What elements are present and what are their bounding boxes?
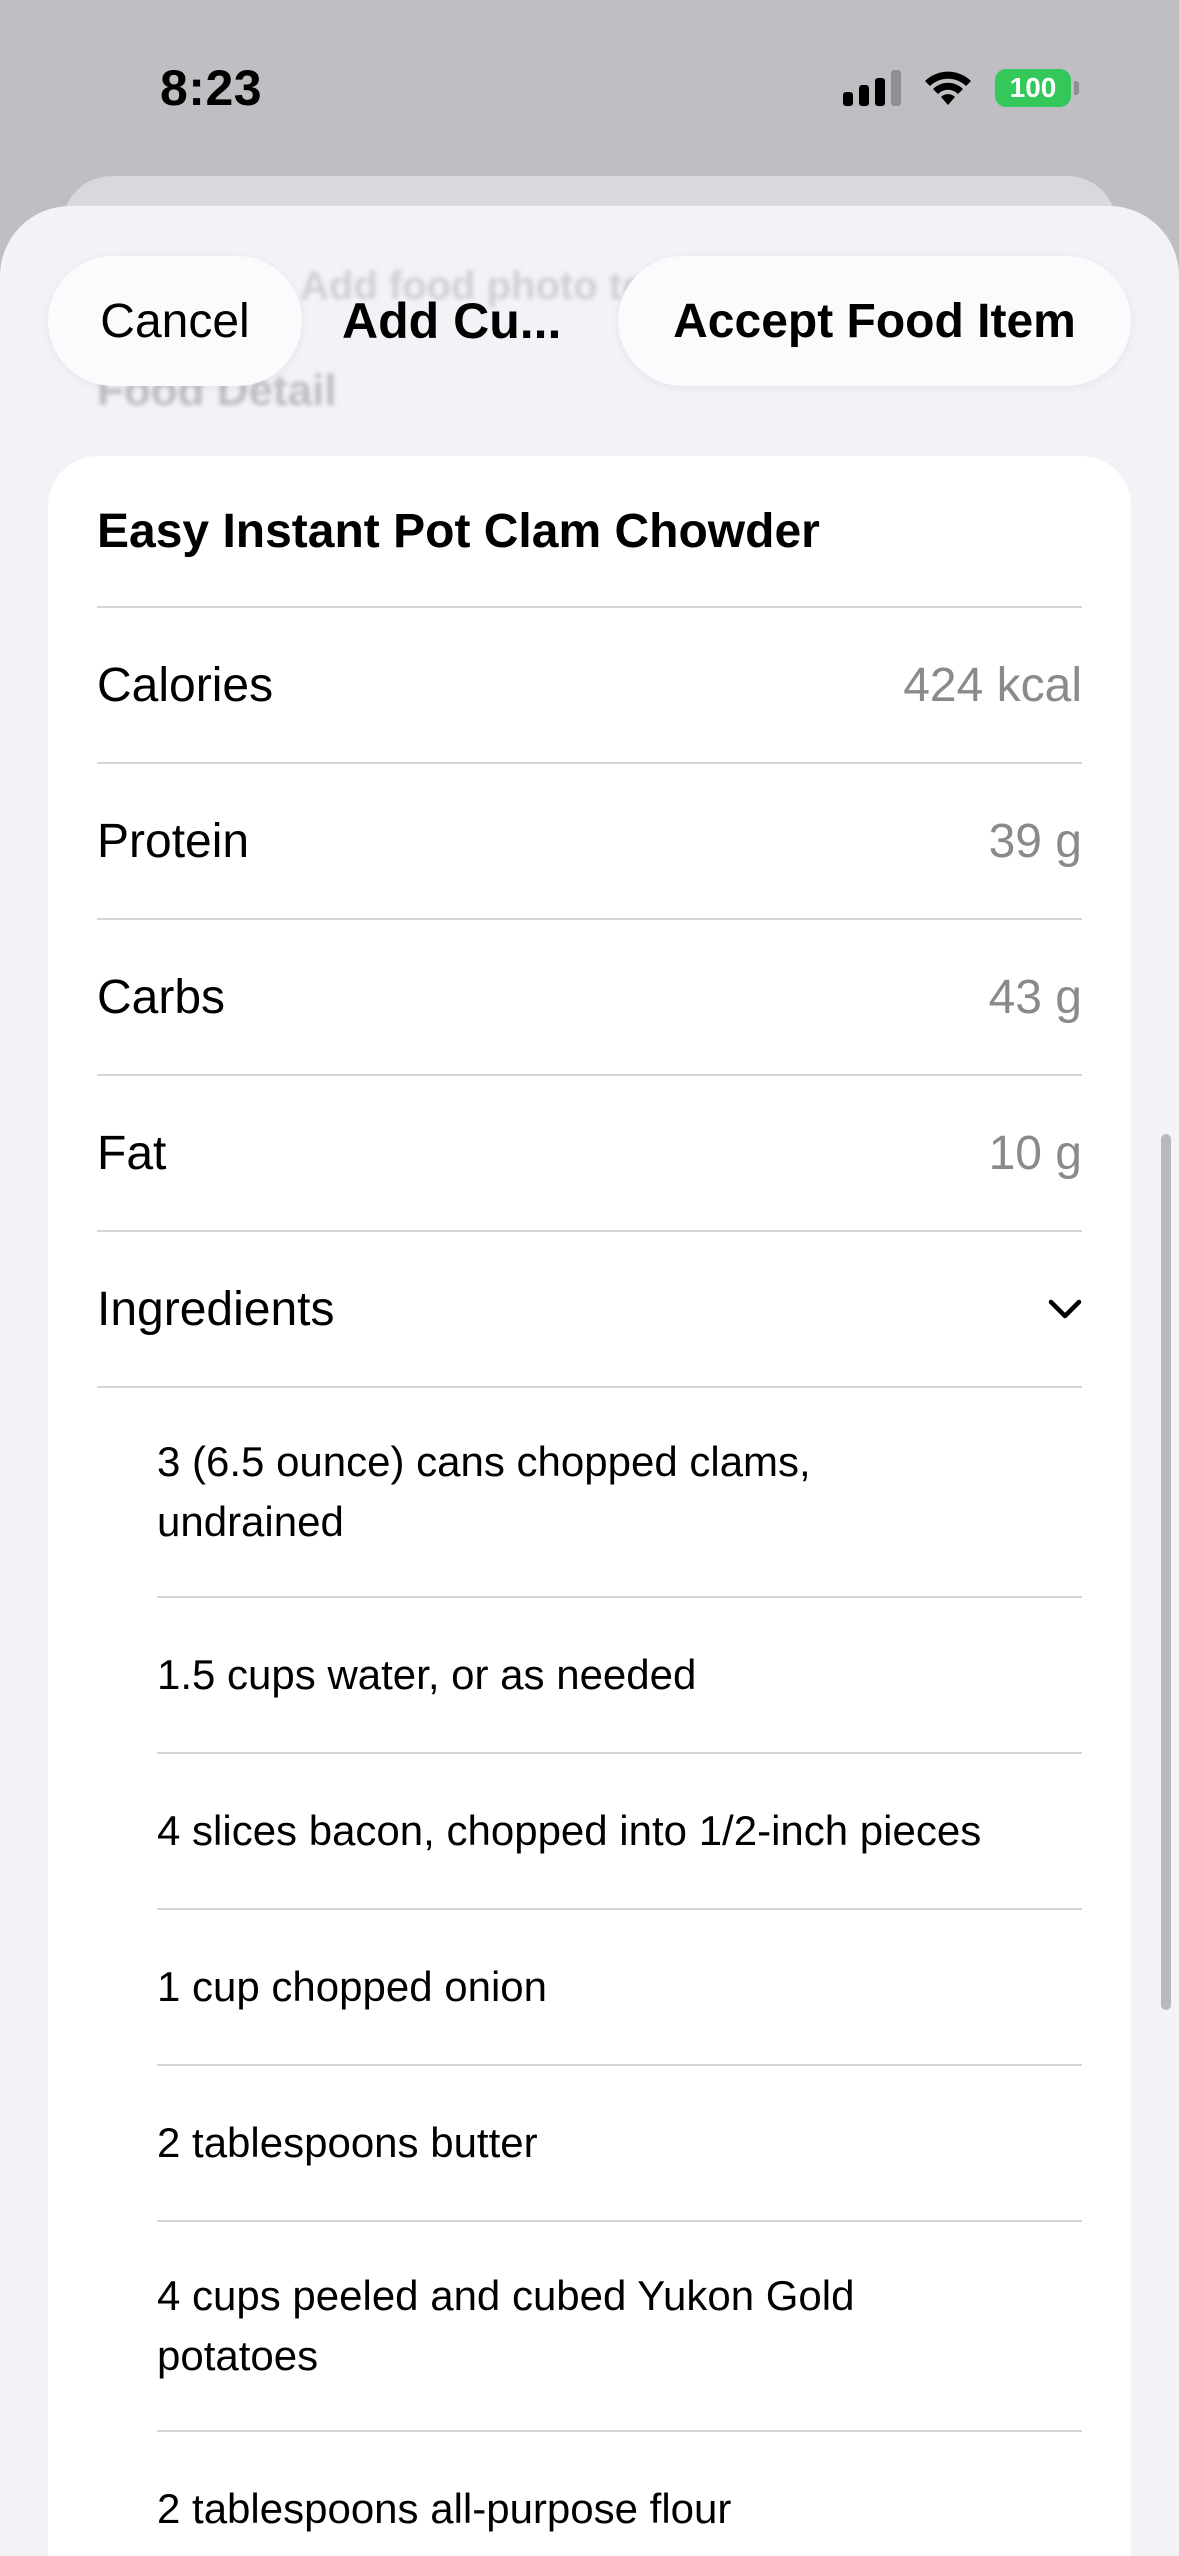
ingredient-item: 1 cup chopped onion [157,1910,1082,2066]
nutrient-value: 10 g [988,1126,1082,1180]
nutrient-label: Fat [97,1126,167,1180]
food-name-text: Easy Instant Pot Clam Chowder [97,504,820,558]
nutrient-value: 424 kcal [903,658,1082,712]
screen: 8:23 100 Add food photo to analyze Food … [0,0,1179,2556]
sheet-header: Cancel Add Cu... Accept Food Item [48,256,1131,386]
ingredient-item: 1.5 cups water, or as needed [157,1598,1082,1754]
food-detail-card: Easy Instant Pot Clam Chowder Calories 4… [48,456,1131,2556]
accept-food-item-button[interactable]: Accept Food Item [618,256,1131,386]
nutrient-value: 39 g [988,814,1082,868]
ingredient-text: 1 cup chopped onion [157,1963,547,2010]
ingredient-item: 3 (6.5 ounce) cans chopped clams, undrai… [157,1388,1082,1598]
ingredients-list: 3 (6.5 ounce) cans chopped clams, undrai… [157,1388,1082,2556]
nutrient-label: Carbs [97,970,226,1024]
nutrient-value: 43 g [988,970,1082,1024]
wifi-icon [925,71,971,105]
nutrient-row-carbs: Carbs 43 g [97,920,1082,1076]
ingredient-text: 1.5 cups water, or as needed [157,1651,697,1698]
nutrient-row-fat: Fat 10 g [97,1076,1082,1232]
ingredient-item: 2 tablespoons all-purpose flour [157,2432,1082,2556]
nutrient-label: Protein [97,814,250,868]
nutrient-row-protein: Protein 39 g [97,764,1082,920]
ingredient-item: 2 tablespoons butter [157,2066,1082,2222]
food-name: Easy Instant Pot Clam Chowder [97,456,1082,608]
battery-level: 100 [995,68,1071,107]
cellular-signal-icon [843,69,901,106]
ingredient-item: 4 slices bacon, chopped into 1/2-inch pi… [157,1754,1082,1910]
ingredients-disclosure[interactable]: Ingredients [97,1232,1082,1388]
sheet-title: Add Cu... [342,293,562,349]
ingredient-text: 4 cups peeled and cubed Yukon Gold potat… [157,2272,855,2379]
battery-icon: 100 [995,68,1079,107]
ingredient-text: 3 (6.5 ounce) cans chopped clams, undrai… [157,1438,811,1545]
nutrient-row-calories: Calories 424 kcal [97,608,1082,764]
status-time: 8:23 [160,59,263,116]
ingredient-text: 4 slices bacon, chopped into 1/2-inch pi… [157,1807,982,1854]
add-custom-food-sheet: Add food photo to analyze Food Detail Ca… [0,206,1179,2556]
status-icons: 100 [843,68,1079,107]
status-bar: 8:23 100 [0,0,1179,175]
ingredient-text: 2 tablespoons all-purpose flour [157,2485,732,2532]
nutrient-label: Calories [97,658,274,712]
cancel-button[interactable]: Cancel [48,256,302,386]
chevron-down-icon [1048,1292,1082,1326]
scroll-indicator[interactable] [1161,1134,1171,2010]
ingredient-text: 2 tablespoons butter [157,2119,538,2166]
ingredient-item: 4 cups peeled and cubed Yukon Gold potat… [157,2222,1082,2432]
ingredients-label: Ingredients [97,1282,335,1336]
